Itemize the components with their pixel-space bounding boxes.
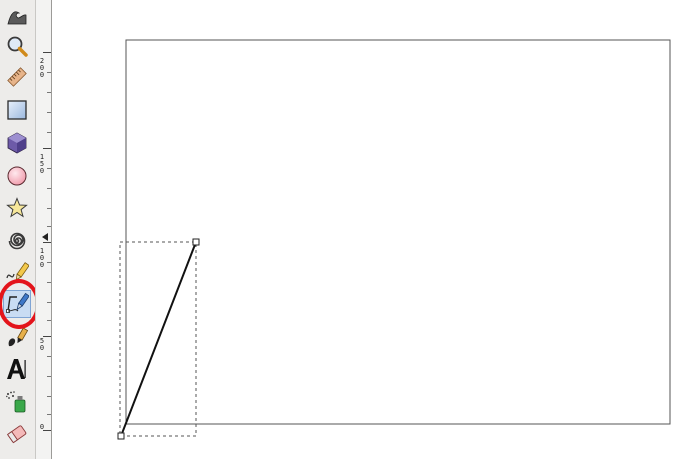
ruler-label: 100 <box>39 247 45 269</box>
spray-tool-button[interactable] <box>3 388 31 416</box>
ruler-minor-tick <box>47 356 51 357</box>
pen-tool-button[interactable] <box>3 290 31 318</box>
eraser-icon <box>6 425 27 444</box>
ruler-cursor-marker <box>42 233 48 241</box>
pencil-icon <box>6 262 29 281</box>
ruler-minor-tick <box>47 92 51 93</box>
calligraphy-tool-button[interactable] <box>3 324 31 352</box>
ruler-major-tick <box>43 52 51 53</box>
ellipse-tool-button[interactable] <box>3 162 31 190</box>
star-icon <box>6 197 28 218</box>
magnifier-icon <box>7 36 28 57</box>
square-icon <box>7 100 27 120</box>
star-tool-button[interactable] <box>3 194 31 222</box>
ruler-minor-tick <box>47 226 51 227</box>
circle-icon <box>7 166 27 186</box>
canvas-drawing <box>117 39 671 440</box>
eraser-tool-button[interactable] <box>3 420 31 448</box>
path-node-end[interactable] <box>192 238 200 246</box>
bezier-pen-icon <box>6 292 29 313</box>
cube-icon <box>7 132 27 154</box>
ruler-icon <box>7 67 27 87</box>
ruler-minor-tick <box>47 414 51 415</box>
text-tool-button[interactable] <box>3 355 31 383</box>
page-border <box>125 39 671 425</box>
calligraphy-icon <box>8 327 29 347</box>
zoom-tool-button[interactable] <box>3 32 31 60</box>
tweak-tool-button[interactable] <box>3 2 31 30</box>
ruler-minor-tick <box>47 262 51 263</box>
ruler-label: 50 <box>39 337 45 352</box>
text-a-icon <box>7 359 26 379</box>
ruler-minor-tick <box>47 112 51 113</box>
ruler-minor-tick <box>47 208 51 209</box>
ruler-minor-tick <box>47 188 51 189</box>
ruler-label: 0 <box>39 423 45 431</box>
ruler-minor-tick <box>47 302 51 303</box>
toolbox <box>0 0 35 459</box>
drawn-line-path[interactable] <box>120 241 197 437</box>
ruler-label: 150 <box>39 153 45 175</box>
ruler-minor-tick <box>47 320 51 321</box>
rectangle-tool-button[interactable] <box>3 96 31 124</box>
ruler-minor-tick <box>47 396 51 397</box>
wave-icon <box>7 11 27 25</box>
ruler-minor-tick <box>47 168 51 169</box>
pencil-tool-button[interactable] <box>3 258 31 286</box>
spiral-icon <box>8 232 26 250</box>
ruler-minor-tick <box>47 72 51 73</box>
vertical-ruler[interactable]: 200 150 100 50 0 <box>35 0 52 459</box>
ruler-major-tick <box>43 336 51 337</box>
ruler-minor-tick <box>47 132 51 133</box>
box-3d-tool-button[interactable] <box>3 129 31 157</box>
path-node-start[interactable] <box>117 432 125 440</box>
spray-can-icon <box>6 391 26 413</box>
ruler-major-tick <box>43 148 51 149</box>
ruler-major-tick <box>43 242 51 243</box>
ruler-minor-tick <box>47 376 51 377</box>
ruler-minor-tick <box>47 282 51 283</box>
drawing-canvas[interactable] <box>52 0 700 459</box>
ruler-label: 200 <box>39 57 45 79</box>
measure-tool-button[interactable] <box>3 63 31 91</box>
spiral-tool-button[interactable] <box>3 227 31 255</box>
